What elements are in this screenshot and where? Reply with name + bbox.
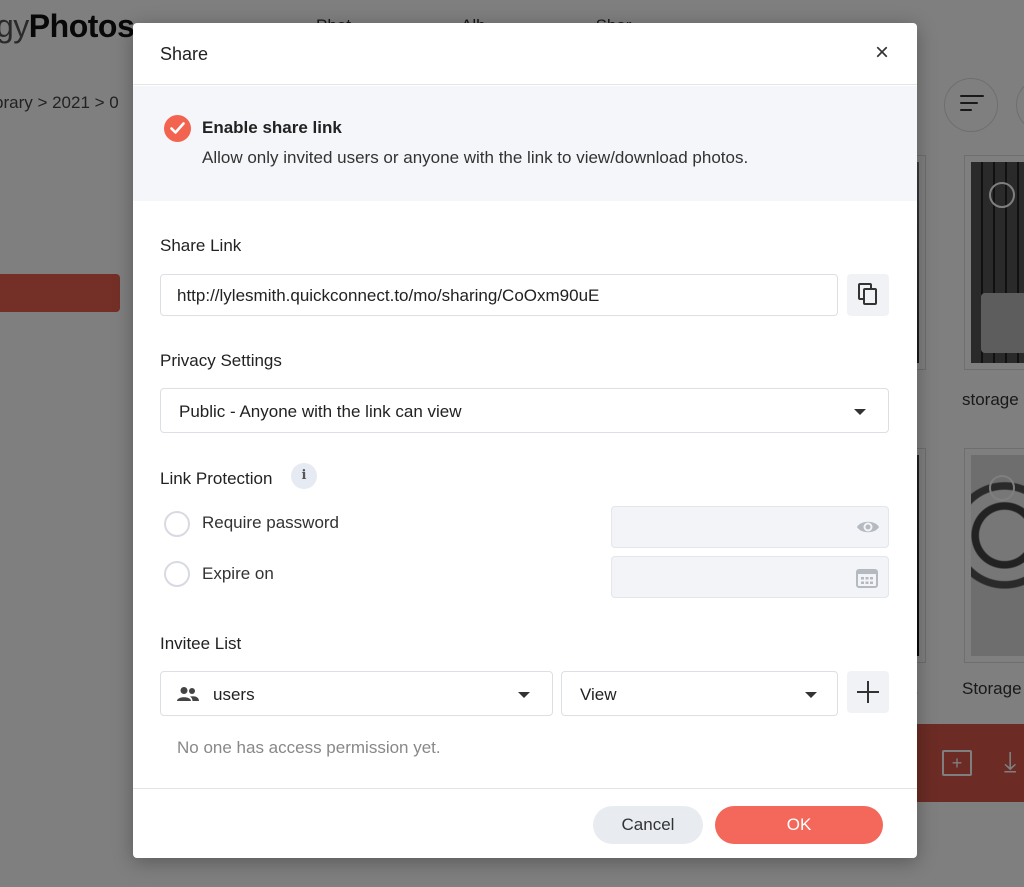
enable-share-link-title: Enable share link [202,118,342,137]
expire-on-checkbox[interactable] [164,561,190,587]
ok-button[interactable]: OK [715,806,883,844]
dialog-title: Share [160,44,209,64]
user-type-dropdown[interactable]: users [160,671,553,716]
add-invitee-button[interactable] [847,671,889,713]
privacy-settings-dropdown[interactable]: Public - Anyone with the link can view [160,388,889,433]
require-password-label: Require password [202,513,340,532]
password-field [611,506,889,548]
user-type-value: users [213,685,255,704]
chevron-down-icon [518,692,530,698]
expire-on-label: Expire on [202,564,274,583]
require-password-checkbox[interactable] [164,511,190,537]
share-dialog: Share × Enable share link Allow only inv… [133,23,917,858]
checkmark-icon [170,122,185,134]
copy-link-button[interactable] [847,274,889,316]
cancel-button[interactable]: Cancel [593,806,703,844]
dialog-header: Share × [133,23,917,85]
permission-value: View [580,685,617,704]
invitee-list-label: Invitee List [160,634,242,653]
calendar-icon [856,569,878,588]
share-link-field[interactable]: http://lylesmith.quickconnect.to/mo/shar… [160,274,838,316]
share-link-url: http://lylesmith.quickconnect.to/mo/shar… [177,286,600,305]
enable-share-link-checkbox[interactable] [164,115,191,142]
link-protection-label: Link Protection [160,469,273,488]
privacy-settings-label: Privacy Settings [160,351,282,370]
invitee-empty-message: No one has access permission yet. [177,738,441,757]
privacy-selected-value: Public - Anyone with the link can view [179,402,462,421]
dialog-footer: Cancel OK [133,788,917,858]
enable-share-link-description: Allow only invited users or anyone with … [202,148,749,167]
enable-share-link-section: Enable share link Allow only invited use… [133,86,917,201]
chevron-down-icon [805,692,817,698]
eye-icon [857,521,879,533]
users-icon [177,687,199,701]
permission-dropdown[interactable]: View [561,671,838,716]
close-icon[interactable]: × [875,41,889,65]
share-link-label: Share Link [160,236,242,255]
info-icon[interactable]: i [291,463,317,489]
expire-date-field [611,556,889,598]
chevron-down-icon [854,409,866,415]
